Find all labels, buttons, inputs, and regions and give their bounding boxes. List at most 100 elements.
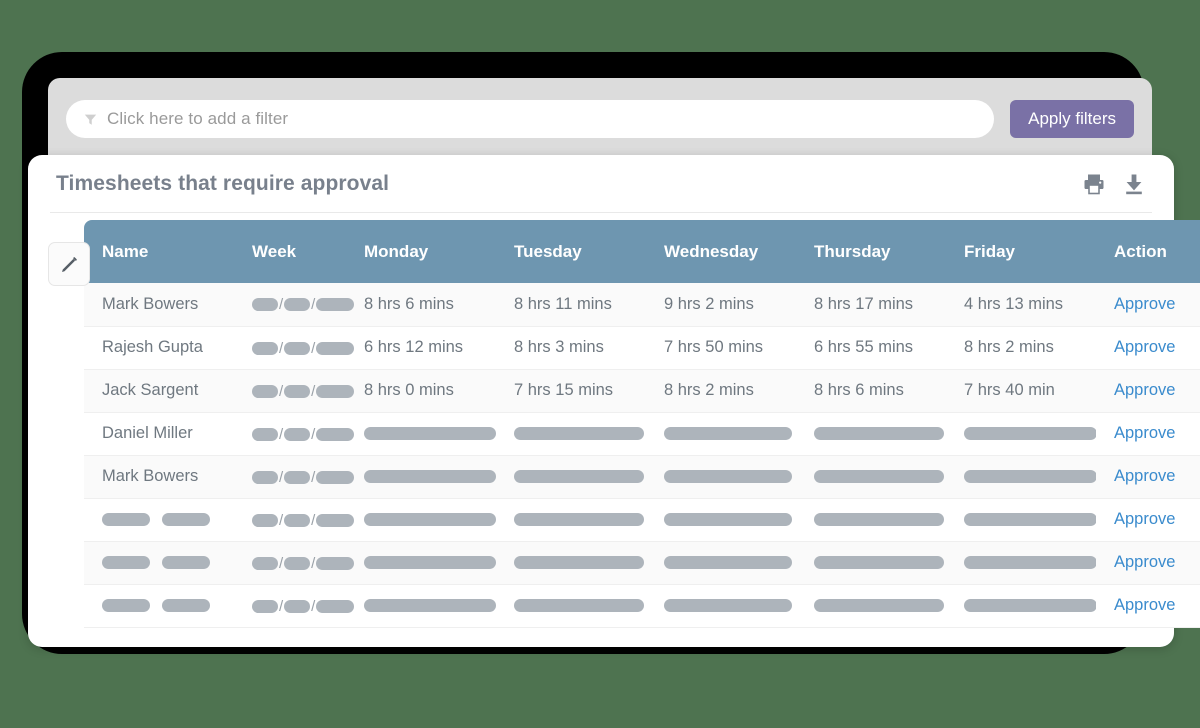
cell-name (84, 584, 234, 628)
redaction-bar (814, 513, 944, 526)
redaction-bar (664, 513, 792, 526)
print-icon[interactable] (1082, 172, 1106, 196)
cell-action: Approve (1096, 541, 1200, 585)
cell-week: / / (234, 283, 355, 327)
redaction-bar (102, 599, 150, 612)
week-redacted: / / (252, 382, 355, 399)
approve-link[interactable]: Approve (1114, 467, 1175, 485)
cell-tuesday (496, 498, 646, 542)
cell-week: / / (234, 412, 355, 456)
week-redacted: / / (252, 425, 355, 442)
cell-name: Mark Bowers (84, 455, 234, 499)
redaction-bar (162, 513, 210, 526)
week-redacted: / / (252, 554, 355, 571)
name-redacted (102, 556, 234, 569)
cell-tuesday: 8 hrs 11 mins (496, 283, 646, 327)
redaction-bar (514, 599, 644, 612)
redaction-bar (664, 556, 792, 569)
cell-name: Daniel Miller (84, 412, 234, 456)
redaction-bar (514, 513, 644, 526)
week-redacted: / / (252, 468, 355, 485)
table-row: Mark Bowers / / Approve (84, 455, 1200, 499)
cell-monday (346, 412, 496, 456)
cell-name (84, 541, 234, 585)
cell-wednesday: 8 hrs 2 mins (646, 369, 796, 413)
column-header-thursday[interactable]: Thursday (796, 220, 946, 283)
cell-wednesday (646, 455, 796, 499)
cell-week: / / (234, 541, 355, 585)
approve-link[interactable]: Approve (1114, 381, 1175, 399)
approve-link[interactable]: Approve (1114, 553, 1175, 571)
week-redacted: / / (252, 296, 355, 313)
apply-filters-button[interactable]: Apply filters (1010, 100, 1134, 138)
redaction-bar (814, 470, 944, 483)
cell-action: Approve (1096, 326, 1200, 370)
redaction-bar (364, 556, 496, 569)
filter-input[interactable]: Click here to add a filter (66, 100, 995, 138)
redaction-bar (364, 470, 496, 483)
cell-thursday (796, 498, 946, 542)
cell-wednesday (646, 412, 796, 456)
pencil-icon (61, 256, 77, 272)
card-header-actions (1082, 172, 1146, 196)
approve-link[interactable]: Approve (1114, 596, 1175, 614)
column-header-tuesday[interactable]: Tuesday (496, 220, 646, 283)
card-header: Timesheets that require approval (50, 155, 1152, 213)
redaction-pill (284, 513, 311, 527)
redaction-pill (284, 470, 311, 484)
redaction-pill (316, 470, 355, 484)
column-header-friday[interactable]: Friday (946, 220, 1096, 283)
cell-week: / / (234, 455, 355, 499)
redaction-bar (964, 599, 1097, 612)
redaction-pill (316, 599, 355, 613)
week-redacted: / / (252, 597, 355, 614)
column-header-action[interactable]: Action (1096, 220, 1200, 283)
filter-placeholder-text: Click here to add a filter (107, 109, 289, 128)
redaction-bar (814, 599, 944, 612)
approve-link[interactable]: Approve (1114, 295, 1175, 313)
cell-monday (346, 498, 496, 542)
column-header-wednesday[interactable]: Wednesday (646, 220, 796, 283)
approve-link[interactable]: Approve (1114, 510, 1175, 528)
redaction-bar (102, 513, 150, 526)
table-row: Jack Sargent //8 hrs 0 mins 7 hrs 15 mins 8… (84, 369, 1200, 413)
redaction-bar (364, 427, 496, 440)
redaction-bar (814, 556, 944, 569)
redaction-bar (514, 556, 644, 569)
redaction-pill (284, 384, 311, 398)
cell-monday (346, 455, 496, 499)
table-header-row: Name Week Monday Tuesday Wednesday Thursday Fr… (84, 220, 1200, 283)
redaction-pill (252, 384, 278, 398)
cell-wednesday (646, 498, 796, 542)
approve-link[interactable]: Approve (1114, 424, 1175, 442)
redaction-bar (162, 556, 210, 569)
redaction-bar (102, 556, 150, 569)
page-title: Timesheets that require approval (56, 171, 390, 195)
redaction-bar (364, 599, 496, 612)
cell-tuesday (496, 584, 646, 628)
cell-monday: 8 hrs 0 mins (346, 369, 496, 413)
redaction-pill (252, 556, 278, 570)
column-header-week[interactable]: Week (234, 220, 346, 283)
edit-table-button[interactable] (48, 242, 90, 286)
column-header-name[interactable]: Name (84, 220, 234, 283)
table-row: / / Approve (84, 541, 1200, 585)
cell-friday (946, 541, 1097, 585)
table-row: Rajesh Gupta //6 hrs 12 mins 8 hrs 3 mins 7… (84, 326, 1200, 370)
cell-thursday (796, 455, 946, 499)
column-header-monday[interactable]: Monday (346, 220, 496, 283)
redaction-pill (316, 556, 355, 570)
cell-tuesday (496, 541, 646, 585)
cell-friday (946, 412, 1097, 456)
cell-action: Approve (1096, 369, 1200, 413)
name-redacted (102, 599, 234, 612)
cell-friday: 7 hrs 40 min (946, 369, 1096, 413)
cell-wednesday (646, 584, 796, 628)
cell-monday (346, 541, 496, 585)
cell-friday (946, 584, 1097, 628)
cell-wednesday: 7 hrs 50 mins (646, 326, 796, 370)
approve-link[interactable]: Approve (1114, 338, 1175, 356)
cell-week: / / (234, 498, 355, 542)
download-icon[interactable] (1122, 172, 1146, 196)
redaction-bar (514, 427, 644, 440)
